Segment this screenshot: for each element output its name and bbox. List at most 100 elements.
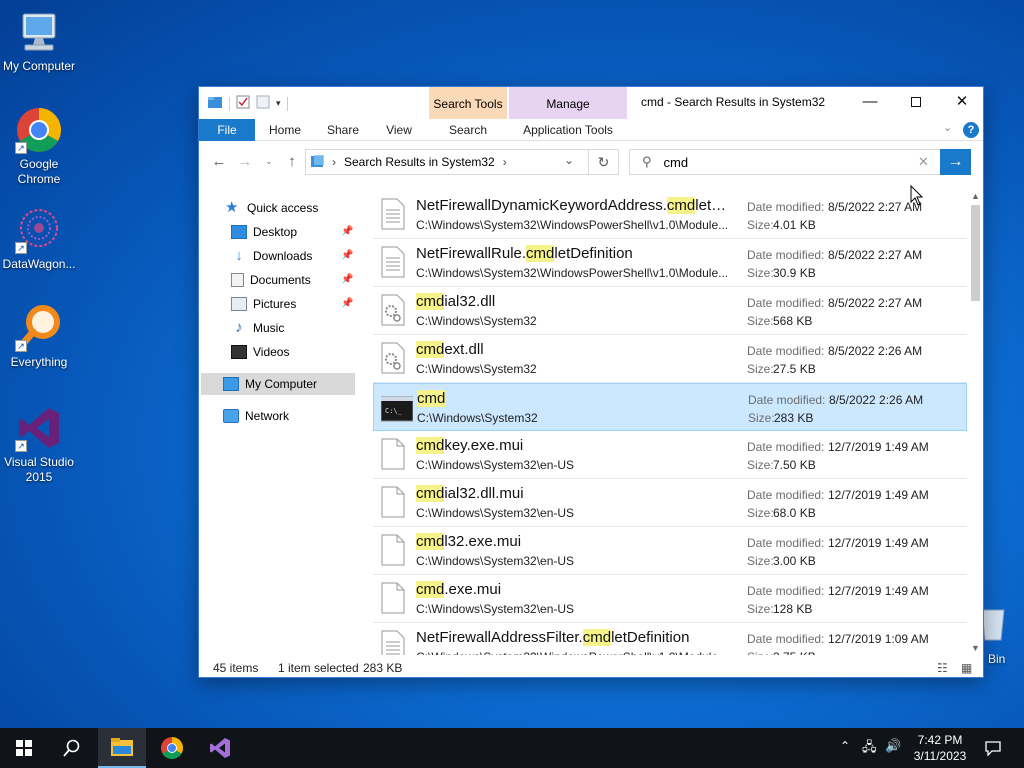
nav-downloads[interactable]: ↓ Downloads [231, 245, 312, 267]
taskbar-chrome[interactable] [148, 728, 196, 768]
address-bar[interactable]: › Search Results in System32 › ⌄ ↻ [305, 149, 619, 175]
scroll-up-icon[interactable]: ▲ [971, 191, 980, 201]
search-icon [63, 739, 80, 757]
notification-icon [985, 740, 1001, 756]
properties-icon[interactable] [236, 95, 250, 112]
start-button[interactable] [0, 728, 48, 768]
windows-logo-icon [16, 740, 32, 756]
selected-size: 283 KB [363, 661, 403, 675]
desktop-icon-my-computer[interactable]: My Computer [0, 8, 78, 74]
size-value: 7.50 KB [773, 458, 816, 472]
customize-toolbar-icon[interactable]: ▾ [276, 98, 281, 109]
tab-search[interactable]: Search [429, 119, 507, 141]
nav-my-computer[interactable]: My Computer [201, 373, 355, 395]
date-modified-value: 12/7/2019 1:49 AM [828, 536, 929, 550]
shortcut-arrow-icon: ↗ [15, 340, 27, 352]
tab-share[interactable]: Share [317, 119, 369, 141]
file-row[interactable]: cmdkey.exe.mui C:\Windows\System32\en-US D… [373, 431, 967, 479]
selection-count: 1 item selected [278, 661, 359, 675]
desktop-folder-icon [231, 225, 247, 239]
scrollbar-thumb[interactable] [971, 205, 980, 301]
file-path: C:\Windows\System32\en-US [416, 458, 575, 472]
desktop-icon-label: Everything [10, 355, 68, 369]
recent-locations-icon[interactable]: ⌄ [259, 156, 279, 167]
size-value: 30.9 KB [773, 266, 816, 280]
desktop-icon-everything[interactable]: ↗ Everything [0, 304, 78, 370]
desktop-icon-label: Visual Studio 2015 [4, 455, 74, 484]
size-label: Size: [747, 314, 774, 328]
tab-view[interactable]: View [375, 119, 423, 141]
tab-file[interactable]: File [199, 119, 255, 141]
action-center-button[interactable] [978, 728, 1008, 768]
file-name: cmdext.dll [416, 341, 734, 358]
nav-music[interactable]: ♪ Music [231, 317, 284, 339]
file-row[interactable]: NetFirewallAddressFilter.cmdletDefinitio… [373, 623, 967, 655]
up-arrow-icon[interactable]: ↑ [282, 153, 302, 170]
size-value: 68.0 KB [773, 506, 816, 520]
file-row[interactable]: cmdial32.dll C:\Windows\System32 Date modi… [373, 287, 967, 335]
desktop-icon-datawagon[interactable]: ↗ DataWagon... [0, 206, 78, 272]
command-prompt-icon: C:\_ [380, 391, 414, 423]
desktop-icon-google-chrome[interactable]: ↗ Google Chrome [0, 106, 78, 187]
new-folder-icon[interactable] [256, 95, 270, 112]
file-row[interactable]: cmd.exe.mui C:\Windows\System32\en-US Date… [373, 575, 967, 623]
nav-quick-access[interactable]: ★ Quick access [225, 197, 318, 219]
clear-search-icon[interactable]: ✕ [918, 154, 929, 170]
visual-studio-icon: ↗ [15, 404, 63, 452]
desktop-icon-visual-studio[interactable]: ↗ Visual Studio 2015 [0, 404, 78, 485]
breadcrumb[interactable]: Search Results in System32 [344, 155, 495, 169]
date-modified-label: Date modified: [747, 488, 825, 502]
blank-file-icon [380, 534, 406, 566]
search-match-highlight: cmd [416, 581, 445, 598]
maximize-button[interactable] [893, 87, 939, 117]
volume-icon[interactable]: 🔊 [885, 738, 901, 754]
folder-icon[interactable] [207, 95, 223, 112]
vertical-scrollbar[interactable]: ▲ ▼ [968, 191, 983, 655]
search-match-highlight: cmd [417, 390, 446, 407]
minimize-button[interactable]: — [847, 87, 893, 117]
file-row[interactable]: C:\_ cmd C:\Windows\System32 Date modified:… [373, 383, 967, 431]
file-name: cmdial32.dll.mui [416, 485, 734, 502]
tab-home[interactable]: Home [259, 119, 311, 141]
nav-pictures[interactable]: Pictures [231, 293, 296, 315]
search-button[interactable] [48, 728, 96, 768]
file-name-suffix: ext.dll [444, 341, 484, 358]
large-icons-view-icon[interactable]: ▦ [961, 661, 972, 675]
forward-arrow-icon[interactable]: → [235, 153, 255, 170]
refresh-icon[interactable]: ↻ [588, 150, 618, 174]
everything-search-icon: ↗ [15, 304, 63, 352]
expand-ribbon-icon[interactable]: ⌄ [943, 121, 952, 134]
nav-network[interactable]: Network [223, 405, 289, 427]
details-view-icon[interactable]: ☷ [937, 661, 948, 675]
file-row[interactable]: cmdl32.exe.mui C:\Windows\System32\en-US D… [373, 527, 967, 575]
nav-videos[interactable]: Videos [231, 341, 289, 363]
scroll-down-icon[interactable]: ▼ [971, 643, 980, 653]
file-row[interactable]: NetFirewallDynamicKeywordAddress.cmdletD… [373, 191, 967, 239]
tab-application-tools[interactable]: Application Tools [509, 119, 627, 141]
system-clock[interactable]: 7:42 PM 3/11/2023 [908, 732, 972, 764]
dll-gear-icon [380, 294, 406, 326]
network-status-icon[interactable]: 🖧 [862, 738, 877, 760]
show-hidden-icons-icon[interactable]: ⌃ [840, 739, 850, 753]
back-arrow-icon[interactable]: ← [209, 153, 229, 170]
mouse-cursor-icon [910, 185, 924, 206]
address-dropdown-icon[interactable]: ⌄ [564, 153, 574, 167]
search-box[interactable]: ⚲ cmd ✕ [629, 149, 945, 175]
file-row[interactable]: NetFirewallRule.cmdletDefinition C:\Windo… [373, 239, 967, 287]
date-modified-label: Date modified: [747, 248, 825, 262]
file-row[interactable]: cmdial32.dll.mui C:\Windows\System32\en-U… [373, 479, 967, 527]
navigation-bar: ← → ⌄ ↑ › Search Results in System32 › ⌄… [199, 147, 983, 177]
close-button[interactable]: ✕ [939, 87, 985, 117]
search-go-button[interactable]: → [940, 149, 971, 175]
size-value: 568 KB [773, 314, 813, 328]
nav-documents[interactable]: Documents [231, 269, 311, 291]
shortcut-arrow-icon: ↗ [15, 242, 27, 254]
clock-date: 3/11/2023 [913, 749, 967, 763]
search-input[interactable]: cmd [664, 155, 689, 170]
nav-desktop[interactable]: Desktop [231, 221, 297, 243]
help-icon[interactable]: ? [963, 122, 979, 138]
file-row[interactable]: cmdext.dll C:\Windows\System32 Date modifi… [373, 335, 967, 383]
taskbar-visual-studio[interactable] [196, 728, 244, 768]
taskbar-file-explorer[interactable] [98, 728, 146, 768]
file-name: NetFirewallDynamicKeywordAddress.cmdletD… [416, 197, 734, 214]
